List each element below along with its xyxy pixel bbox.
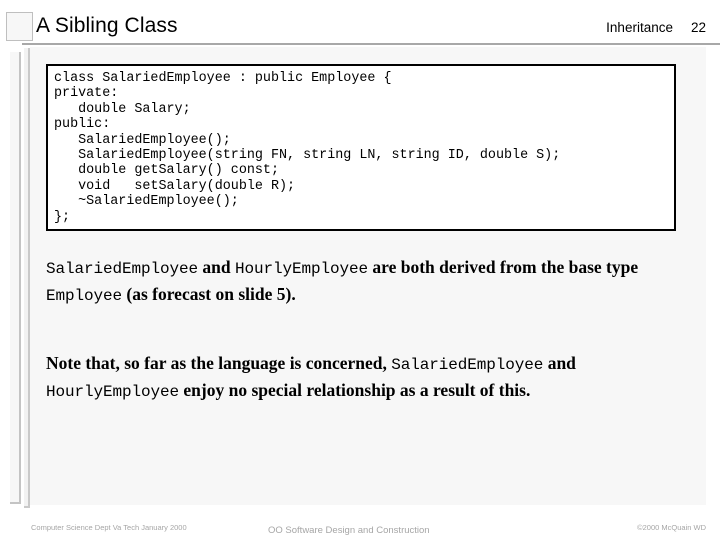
- paragraph-text-segment: are both derived from the base type: [368, 257, 639, 277]
- page-title: A Sibling Class: [36, 14, 178, 37]
- slide-footer: Computer Science Dept Va Tech January 20…: [0, 519, 720, 540]
- paragraph-no-relationship: Note that, so far as the language is con…: [46, 351, 662, 405]
- paragraph-text-segment: and: [198, 257, 235, 277]
- code-term-salariedemployee: SalariedEmployee: [391, 356, 544, 374]
- code-block: class SalariedEmployee : public Employee…: [46, 64, 676, 231]
- footer-course-title: OO Software Design and Construction: [268, 525, 430, 536]
- footer-affiliation: Computer Science Dept Va Tech January 20…: [31, 523, 187, 532]
- code-block-text: class SalariedEmployee : public Employee…: [54, 71, 561, 225]
- paragraph-text-segment: (as forecast on slide 5).: [122, 284, 296, 304]
- header-divider: [22, 43, 720, 45]
- code-term-employee: Employee: [46, 287, 123, 305]
- paragraph-derivation: SalariedEmployee and HourlyEmployee are …: [46, 255, 662, 309]
- code-term-hourlyemployee: HourlyEmployee: [46, 383, 180, 401]
- code-term-salariedemployee: SalariedEmployee: [46, 260, 199, 278]
- decorative-left-bar-outer: [10, 52, 21, 504]
- paragraph-text-segment: and: [543, 353, 576, 373]
- code-term-hourlyemployee: HourlyEmployee: [235, 260, 369, 278]
- slide-number: 22: [690, 20, 706, 35]
- footer-copyright: ©2000 McQuain WD: [637, 523, 706, 532]
- paragraph-text-segment: enjoy no special relationship as a resul…: [179, 380, 531, 400]
- slide-header: A Sibling Class Inheritance 22: [0, 0, 720, 44]
- paragraph-text-segment: Note that, so far as the language is con…: [46, 353, 392, 373]
- section-label: Inheritance: [606, 20, 673, 35]
- header-meta: Inheritance 22: [606, 20, 706, 35]
